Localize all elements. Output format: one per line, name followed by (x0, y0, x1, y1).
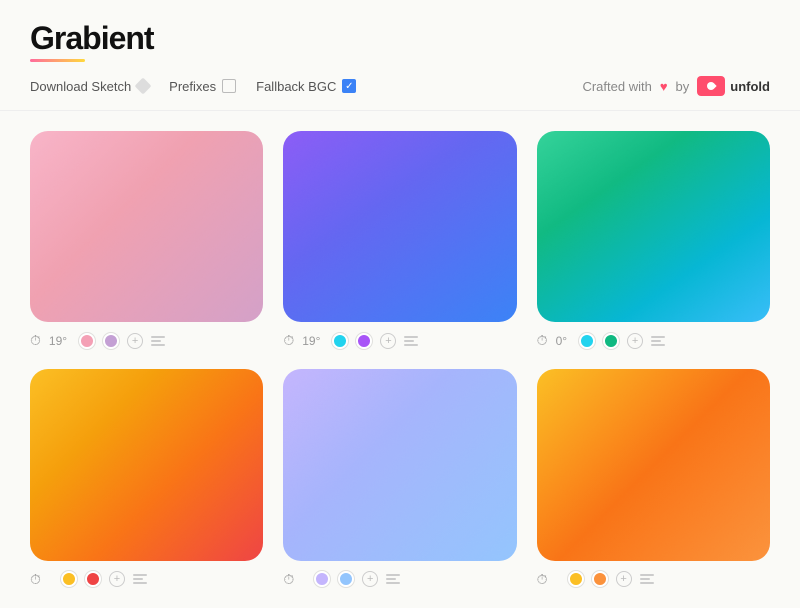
color-dot-6a[interactable] (568, 571, 584, 587)
slider-line (404, 344, 418, 346)
slider-line (386, 574, 400, 576)
toolbar: Download Sketch Prefixes Fallback BGC ✓ … (0, 62, 800, 111)
gradient-card-5: ⏱ + (283, 369, 516, 587)
gradient-card-3: ⏱ 0° + (537, 131, 770, 349)
color-dot-3b[interactable] (603, 333, 619, 349)
gradient-swatch-6[interactable] (537, 369, 770, 560)
slider-line (640, 574, 654, 576)
unfold-badge-icon (697, 76, 725, 96)
unfold-label: unfold (730, 79, 770, 94)
download-sketch-label: Download Sketch (30, 79, 131, 94)
sliders-icon-1[interactable] (151, 336, 165, 346)
logo-underline (30, 59, 85, 62)
toolbar-left: Download Sketch Prefixes Fallback BGC ✓ (30, 79, 562, 94)
angle-3: 0° (556, 334, 567, 348)
timer-icon-4: ⏱ (30, 571, 41, 588)
add-color-2[interactable]: + (380, 333, 396, 349)
slider-line (133, 578, 143, 580)
timer-icon-2: ⏱ (283, 332, 294, 349)
header: Grabient (0, 0, 800, 62)
slider-line (133, 574, 147, 576)
add-color-6[interactable]: + (616, 571, 632, 587)
sliders-icon-2[interactable] (404, 336, 418, 346)
sliders-icon-3[interactable] (651, 336, 665, 346)
slider-line (386, 578, 396, 580)
add-color-3[interactable]: + (627, 333, 643, 349)
slider-line (651, 336, 665, 338)
crafted-with-label: Crafted with (582, 79, 651, 94)
gradient-grid: ⏱ 19° + ⏱ 19° + (0, 111, 800, 608)
prefixes-button[interactable]: Prefixes (169, 79, 236, 94)
slider-line (404, 336, 418, 338)
gradient-card-1: ⏱ 19° + (30, 131, 263, 349)
sliders-icon-4[interactable] (133, 574, 147, 584)
slider-line (404, 340, 414, 342)
gradient-swatch-3[interactable] (537, 131, 770, 322)
gradient-card-4: ⏱ + (30, 369, 263, 587)
card-controls-1: ⏱ 19° + (30, 332, 263, 349)
gradient-card-6: ⏱ + (537, 369, 770, 587)
color-dot-1b[interactable] (103, 333, 119, 349)
color-dot-6b[interactable] (592, 571, 608, 587)
color-dot-1a[interactable] (79, 333, 95, 349)
slider-line (151, 340, 161, 342)
fallback-bgc-button[interactable]: Fallback BGC ✓ (256, 79, 356, 94)
angle-2: 19° (302, 334, 320, 348)
slider-line (133, 582, 147, 584)
gradient-card-2: ⏱ 19° + (283, 131, 516, 349)
card-controls-5: ⏱ + (283, 571, 516, 588)
gradient-swatch-2[interactable] (283, 131, 516, 322)
slider-line (640, 582, 654, 584)
fallback-bgc-label: Fallback BGC (256, 79, 336, 94)
diamond-icon (135, 78, 152, 95)
prefixes-label: Prefixes (169, 79, 216, 94)
slider-line (386, 582, 400, 584)
prefixes-checkbox[interactable] (222, 79, 236, 93)
gradient-swatch-5[interactable] (283, 369, 516, 560)
color-dot-2a[interactable] (332, 333, 348, 349)
timer-icon-6: ⏱ (537, 571, 548, 588)
sliders-icon-6[interactable] (640, 574, 654, 584)
slider-line (651, 344, 665, 346)
gradient-swatch-1[interactable] (30, 131, 263, 322)
sliders-icon-5[interactable] (386, 574, 400, 584)
card-controls-3: ⏱ 0° + (537, 332, 770, 349)
gradient-swatch-4[interactable] (30, 369, 263, 560)
card-controls-4: ⏱ + (30, 571, 263, 588)
card-controls-2: ⏱ 19° + (283, 332, 516, 349)
slider-line (640, 578, 650, 580)
color-dot-3a[interactable] (579, 333, 595, 349)
color-dot-2b[interactable] (356, 333, 372, 349)
slider-line (151, 336, 165, 338)
heart-icon: ♥ (660, 79, 668, 94)
angle-1: 19° (49, 334, 67, 348)
download-sketch-button[interactable]: Download Sketch (30, 79, 149, 94)
color-dot-5a[interactable] (314, 571, 330, 587)
slider-line (151, 344, 165, 346)
add-color-5[interactable]: + (362, 571, 378, 587)
add-color-4[interactable]: + (109, 571, 125, 587)
card-controls-6: ⏱ + (537, 571, 770, 588)
unfold-link[interactable]: unfold (697, 76, 770, 96)
logo: Grabient (30, 20, 154, 62)
color-dot-4b[interactable] (85, 571, 101, 587)
timer-icon-3: ⏱ (537, 332, 548, 349)
by-label: by (676, 79, 690, 94)
toolbar-right: Crafted with ♥ by unfold (582, 76, 770, 96)
timer-icon-5: ⏱ (283, 571, 294, 588)
add-color-1[interactable]: + (127, 333, 143, 349)
color-dot-4a[interactable] (61, 571, 77, 587)
color-dot-5b[interactable] (338, 571, 354, 587)
slider-line (651, 340, 661, 342)
fallback-bgc-checkbox[interactable]: ✓ (342, 79, 356, 93)
timer-icon-1: ⏱ (30, 332, 41, 349)
